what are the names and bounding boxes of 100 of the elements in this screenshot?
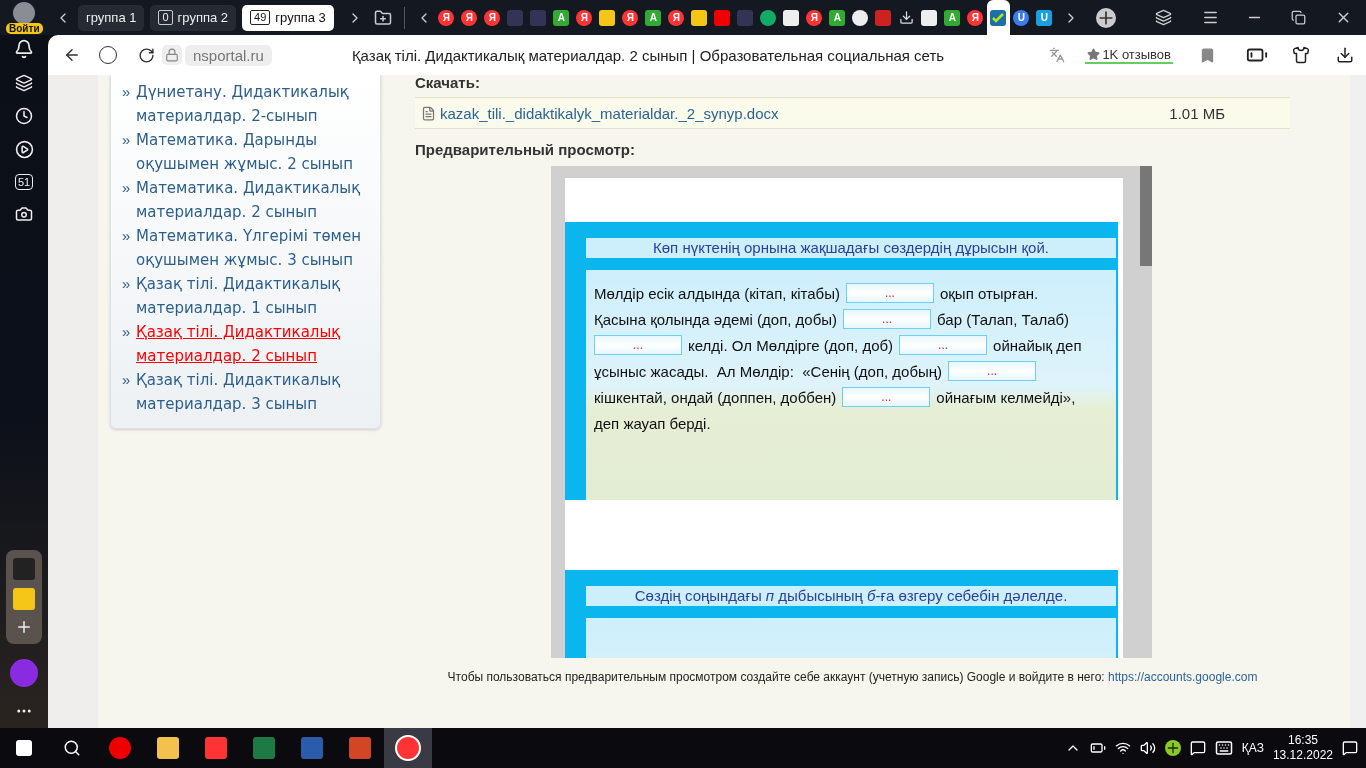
tab-count: 0 (158, 10, 173, 25)
google-link[interactable]: https://accounts.google.com (1108, 670, 1258, 684)
site-logo: Я (576, 9, 593, 26)
tab-group-label: группа 3 (275, 10, 326, 25)
fill-in-box[interactable]: ... (948, 361, 1037, 381)
sidebar-link[interactable]: Математика. Дарынды оқушымен жұмыс. 2 сынып (136, 128, 380, 176)
browser-tab[interactable]: Я (963, 0, 987, 35)
sidebar-link[interactable]: Дүниетану. Дидактикалық материалдар. 2-сынып (136, 80, 380, 128)
history-icon[interactable] (15, 107, 33, 125)
site-icon (921, 9, 938, 26)
avatar-icon[interactable] (13, 2, 35, 24)
site-logo: U (1013, 9, 1030, 26)
reload-icon[interactable] (137, 46, 155, 64)
search-icon[interactable] (63, 739, 81, 757)
bullet: » (122, 370, 130, 390)
browser-tab[interactable] (986, 0, 1010, 35)
fill-in-box[interactable]: ... (899, 335, 988, 355)
browser-tab[interactable]: Я (664, 0, 688, 35)
scrollbar[interactable] (1350, 75, 1366, 728)
scrollbar-thumb[interactable] (1140, 166, 1152, 266)
clock-date[interactable]: 13.12.2022 (1272, 748, 1333, 763)
sidebar-link[interactable]: Қазақ тілі. Дидактикалық материалдар. 1 сынып (136, 272, 380, 320)
battery-icon[interactable] (1089, 740, 1106, 756)
tab-group[interactable]: 0 группа 2 (150, 4, 237, 31)
exercise-text: ұсыныс жасады. Ал Мөлдір: «Сенің (доп, добың) (594, 362, 943, 380)
add-icon[interactable] (15, 618, 33, 636)
sidebar-link[interactable]: Қазақ тілі. Дидактикалық материалдар. 3 сынып (136, 368, 380, 416)
site-icon (875, 9, 892, 26)
restore-icon[interactable] (1290, 10, 1306, 25)
bookmark-icon[interactable] (1199, 46, 1216, 64)
file-link[interactable]: kazak_tili._didaktikalyk_materialdar._2_synyp.docx (440, 104, 779, 122)
screenshot-icon[interactable] (15, 205, 33, 223)
lock-icon[interactable] (162, 45, 182, 65)
exercise-text: кішкентай, ондай (доппен, доббен) (594, 388, 837, 406)
download-icon[interactable] (1336, 46, 1354, 64)
calendar-badge[interactable]: 51 (14, 174, 34, 190)
tab-group[interactable]: 49 группа 3 (242, 4, 334, 31)
exercise-text: бар (Талап, Талаб) (937, 310, 1070, 328)
exercise-title: Сөздің соңындағы п дыбысының б-ға өзгеру себебін дәлелде. (586, 586, 1116, 606)
bullet: » (122, 82, 130, 102)
wifi-icon[interactable] (1114, 740, 1131, 756)
volume-icon[interactable] (1139, 740, 1156, 756)
bell-icon[interactable] (14, 39, 34, 59)
tab-group-label: группа 1 (86, 10, 137, 25)
browser-tab[interactable]: U (1032, 0, 1056, 35)
back-icon[interactable] (63, 46, 81, 64)
sidebar-link[interactable]: Қазақ тілі. Дидактикалық материалдар. 2 сынып (136, 320, 380, 368)
fill-in-box[interactable]: ... (842, 387, 931, 407)
clock-time[interactable]: 16:35 (1287, 733, 1318, 748)
tab-count: 49 (250, 10, 271, 25)
site-logo: Я (806, 9, 823, 26)
browser-tab[interactable]: Я (434, 0, 458, 35)
exercise-text: келді. Ол Мөлдірге (доп, доб) (688, 336, 894, 354)
keyboard-icon[interactable] (1214, 739, 1233, 757)
browser-tab[interactable]: Я (802, 0, 826, 35)
collections-icon[interactable] (1154, 9, 1172, 26)
exercise-text: Қасына қолында әдемі (доп, добы) (594, 310, 838, 328)
notes-icon[interactable] (1189, 740, 1206, 756)
checkmark-icon (990, 9, 1007, 26)
login-badge[interactable]: Войти (6, 23, 43, 34)
site-icon (852, 9, 869, 26)
browser-tab[interactable]: U (1009, 0, 1033, 35)
menu-icon[interactable] (1201, 9, 1219, 26)
exercise-text: Мөлдір есік алдында (кітап, кітабы) (594, 284, 840, 302)
bullet: » (122, 226, 130, 246)
browser-tab[interactable]: Я (618, 0, 642, 35)
star-icon (1087, 47, 1101, 61)
browser-tab[interactable]: Я (457, 0, 481, 35)
new-tab-icon[interactable] (1095, 7, 1116, 28)
address-field[interactable]: nsportal.ru (185, 44, 272, 66)
sidebar-link[interactable]: Математика. Дидактикалық материалдар. 2 сынып (136, 176, 380, 224)
preview-note: Чтобы пользоваться предварительным просмотром создайте себе аккаунт (учетную запись) Google и войдите в него: (447, 670, 1106, 684)
new-folder-icon[interactable] (373, 8, 392, 27)
fill-in-box[interactable]: ... (843, 309, 932, 329)
browser-tab[interactable]: A (825, 0, 849, 35)
language-indicator[interactable]: ҚАЗ (1241, 741, 1264, 755)
plus-icon[interactable] (1164, 740, 1181, 756)
site-icon (599, 9, 616, 26)
tab-group[interactable]: группа 1 (78, 4, 145, 31)
site-icon (737, 9, 754, 26)
document-icon (421, 105, 436, 121)
browser-tab[interactable]: Я (572, 0, 596, 35)
bullet: » (122, 322, 130, 342)
fill-in-box[interactable]: ... (845, 283, 934, 303)
browser-tab[interactable]: A (549, 0, 573, 35)
browser-tab[interactable]: Я (480, 0, 504, 35)
exercise-text: оқып отырған. (939, 284, 1039, 302)
tabs-icon[interactable] (15, 74, 33, 92)
notification-icon[interactable] (1342, 740, 1358, 756)
browser-tab[interactable]: A (641, 0, 665, 35)
reviews-button[interactable]: 1K отзывов (1085, 46, 1173, 64)
site-logo: Я (668, 9, 685, 26)
download-icon (898, 10, 914, 25)
translate-icon[interactable] (1049, 47, 1066, 63)
play-icon[interactable] (14, 140, 34, 159)
exercise-text: ойнағым келмейді», (936, 388, 1076, 406)
sidebar-link[interactable]: Математика. Үлгерімі төмен оқушымен жұмыс. 3 сынып (136, 224, 380, 272)
browser-tab[interactable]: A (940, 0, 964, 35)
site-logo: Я (438, 9, 455, 26)
fill-in-box[interactable]: ... (594, 335, 682, 355)
